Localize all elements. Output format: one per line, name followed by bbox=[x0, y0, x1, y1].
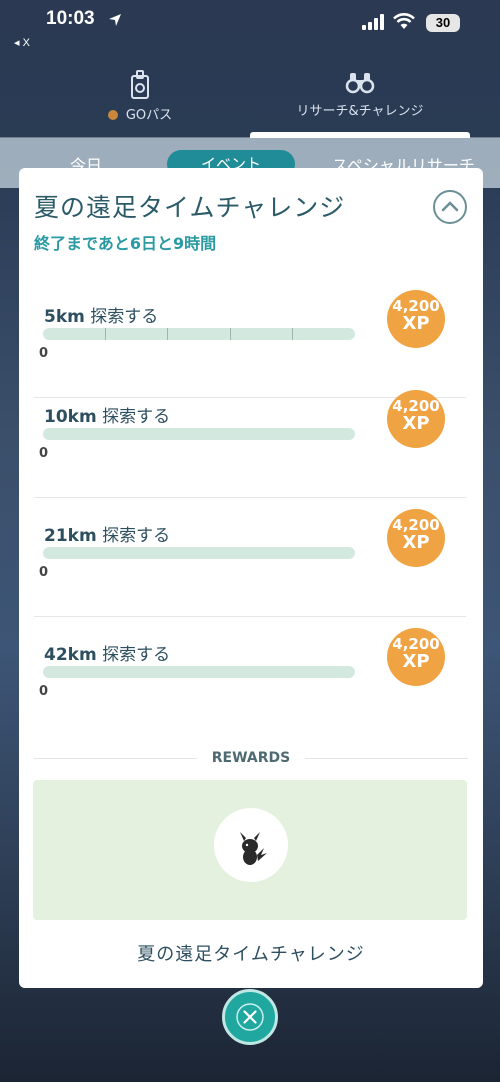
tab-research-challenge[interactable]: リサーチ&チャレンジ bbox=[250, 60, 470, 138]
task-distance: 42km bbox=[44, 645, 97, 665]
cellular-signal-icon bbox=[362, 14, 384, 30]
xp-reward-badge: 4,200 XP bbox=[387, 509, 445, 567]
task-row: 10km 探索する 0 4,200 XP bbox=[19, 380, 483, 498]
xp-unit: XP bbox=[402, 651, 430, 672]
progress-bar bbox=[43, 666, 355, 678]
xp-reward-badge: 4,200 XP bbox=[387, 390, 445, 448]
task-row: 42km 探索する 0 4,200 XP bbox=[19, 618, 483, 736]
tab-go-pass[interactable]: GOパス bbox=[60, 60, 220, 138]
progress-tick bbox=[167, 328, 168, 340]
task-distance: 5km bbox=[44, 307, 85, 327]
location-arrow-icon bbox=[109, 14, 121, 26]
progress-value: 0 bbox=[39, 684, 49, 699]
challenge-title: 夏の遠足タイムチャレンジ bbox=[34, 193, 346, 222]
task-label: 5km 探索する bbox=[44, 302, 158, 327]
reward-title: 夏の遠足タイムチャレンジ bbox=[137, 944, 365, 965]
progress-value: 0 bbox=[39, 565, 49, 580]
rewards-heading: REWARDS bbox=[211, 750, 291, 766]
close-icon bbox=[236, 1003, 264, 1031]
task-distance: 21km bbox=[44, 526, 97, 546]
battery-indicator: 30 bbox=[426, 14, 460, 32]
challenge-card: 夏の遠足タイムチャレンジ 終了まであと6日と9時間 5km 探索する 0 4,2… bbox=[19, 168, 483, 988]
collapse-button[interactable] bbox=[433, 190, 467, 224]
progress-value: 0 bbox=[39, 446, 49, 461]
xp-amount: 4,200 bbox=[392, 635, 440, 653]
task-label: 21km 探索する bbox=[44, 521, 170, 546]
xp-amount: 4,200 bbox=[392, 516, 440, 534]
task-label: 10km 探索する bbox=[44, 402, 170, 427]
tab-go-pass-label: GOパス bbox=[125, 108, 173, 123]
task-action: 探索する bbox=[102, 526, 171, 546]
xp-reward-badge: 4,200 XP bbox=[387, 628, 445, 686]
progress-tick bbox=[292, 328, 293, 340]
progress-bar bbox=[43, 328, 355, 340]
xp-amount: 4,200 bbox=[392, 397, 440, 415]
progress-bar bbox=[43, 428, 355, 440]
status-bar: 10:03 ◂ X 30 bbox=[0, 0, 500, 58]
task-row: 21km 探索する 0 4,200 XP bbox=[19, 499, 483, 617]
back-to-app-link[interactable]: ◂ X bbox=[14, 36, 30, 49]
binoculars-icon bbox=[345, 73, 375, 94]
task-distance: 10km bbox=[44, 407, 97, 427]
time-remaining: 終了まであと6日と9時間 bbox=[34, 234, 217, 253]
task-action: 探索する bbox=[102, 645, 171, 665]
pikachu-icon bbox=[240, 832, 267, 865]
progress-tick bbox=[230, 328, 231, 340]
task-action: 探索する bbox=[102, 407, 171, 427]
notification-dot bbox=[107, 110, 118, 120]
xp-reward-badge: 4,200 XP bbox=[387, 290, 445, 348]
reward-panel bbox=[33, 780, 467, 920]
row-divider bbox=[34, 616, 466, 617]
xp-unit: XP bbox=[402, 413, 430, 434]
wifi-icon bbox=[393, 13, 415, 29]
chevron-up-icon bbox=[441, 201, 459, 212]
progress-value: 0 bbox=[39, 346, 49, 361]
progress-bar bbox=[43, 547, 355, 559]
top-tab-bar: GOパス リサーチ&チャレンジ bbox=[0, 60, 500, 140]
xp-unit: XP bbox=[402, 313, 430, 334]
progress-tick bbox=[105, 328, 106, 340]
clock: 10:03 bbox=[46, 8, 95, 29]
xp-unit: XP bbox=[402, 532, 430, 553]
row-divider bbox=[34, 497, 466, 498]
reward-item[interactable] bbox=[214, 808, 288, 882]
task-action: 探索する bbox=[90, 307, 159, 327]
xp-amount: 4,200 bbox=[392, 297, 440, 315]
close-button[interactable] bbox=[222, 989, 278, 1045]
task-label: 42km 探索する bbox=[44, 640, 170, 665]
tab-research-challenge-label: リサーチ&チャレンジ bbox=[296, 104, 424, 119]
go-pass-icon bbox=[131, 70, 149, 99]
